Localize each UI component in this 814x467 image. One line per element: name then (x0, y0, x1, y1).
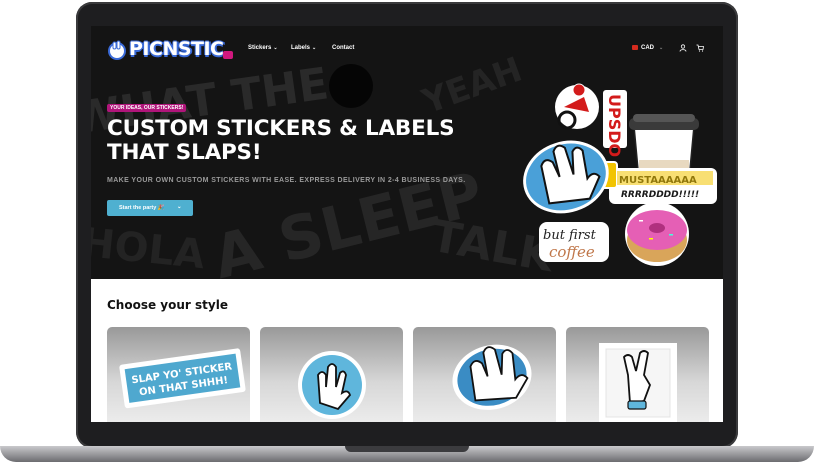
square-sticker-preview (599, 343, 677, 422)
sticker-text: coffee (549, 243, 595, 261)
style-card-die-cut[interactable] (413, 327, 556, 422)
laptop-frame: WHAT THE A SLEEP HOLA YEAH TALK PICNSTIC… (0, 0, 814, 467)
style-card-circle[interactable] (260, 327, 403, 422)
hero-title-line1: CUSTOM STICKERS & LABELS (107, 116, 455, 141)
style-card-rectangle[interactable]: SLAP YO' STICKER ON THAT SHHH! (107, 327, 250, 422)
nav-label: Stickers (248, 45, 272, 51)
start-party-button[interactable]: Start the party 🎉 ⌄ (107, 200, 193, 216)
hero-subtitle: MAKE YOUR OWN CUSTOM STICKERS WITH EASE.… (107, 177, 466, 184)
logo-text: PICNSTIC (129, 38, 224, 60)
motorbike-sticker (555, 83, 599, 130)
nav-labels[interactable]: Labels ⌄ (291, 45, 316, 51)
svg-text:RRRRDDDD!!!!!: RRRRDDDD!!!!! (621, 190, 699, 200)
nav-label: Labels (291, 45, 311, 51)
hero-sticker-collage: UPSDO RRRRDDDD!!!!! but first coffee (523, 83, 717, 266)
canada-flag-icon (632, 45, 638, 50)
account-icon[interactable] (679, 44, 687, 52)
chevron-down-icon: ⌄ (659, 45, 664, 52)
choose-style-title: Choose your style (107, 298, 228, 312)
laptop-notch (345, 446, 469, 452)
bg-texture: HOLA (91, 219, 208, 279)
chevron-down-icon: ⌄ (273, 45, 278, 51)
currency-label: CAD (641, 45, 654, 52)
cta-label: Start the party 🎉 (119, 205, 165, 211)
style-card-square[interactable] (566, 327, 709, 422)
mustard-sticker: MUSTAAAAAA RRRRDDDD!!!!! (600, 161, 717, 204)
hero-title: CUSTOM STICKERS & LABELS THAT SLAPS! (107, 116, 455, 165)
nav-stickers[interactable]: Stickers ⌄ (248, 45, 278, 51)
circle-sticker-preview (298, 351, 366, 419)
blue-hand-sticker (523, 140, 609, 214)
laptop-screen: WHAT THE A SLEEP HOLA YEAH TALK PICNSTIC… (91, 26, 723, 422)
rectangle-sticker-preview: SLAP YO' STICKER ON THAT SHHH! (119, 348, 246, 409)
site-logo[interactable]: PICNSTIC (107, 38, 233, 62)
hand-logo-icon (108, 40, 126, 60)
donut-sticker (625, 202, 689, 266)
chevron-down-icon: ⌄ (177, 204, 182, 210)
hero-title-line2: THAT SLAPS! (107, 140, 262, 165)
die-cut-sticker-preview (452, 344, 532, 410)
svg-text:but first: but first (543, 228, 597, 243)
chevron-down-icon: ⌄ (312, 45, 317, 51)
hero-badge: YOUR IDEAS, OUR STICKERS! (107, 104, 187, 112)
slide-indicators (400, 272, 412, 279)
nav-contact[interactable]: Contact (332, 45, 354, 51)
logo-accent (223, 51, 233, 59)
nav-label: Contact (332, 45, 355, 51)
cart-icon[interactable] (696, 44, 704, 52)
currency-selector[interactable]: CAD ⌄ (632, 45, 663, 51)
upside-sticker: UPSDO (603, 90, 627, 157)
but-first-coffee-sticker: but first coffee (539, 222, 609, 262)
hero-banner: WHAT THE A SLEEP HOLA YEAH TALK PICNSTIC… (91, 26, 723, 279)
sticker-text: UPSDO (605, 94, 624, 157)
